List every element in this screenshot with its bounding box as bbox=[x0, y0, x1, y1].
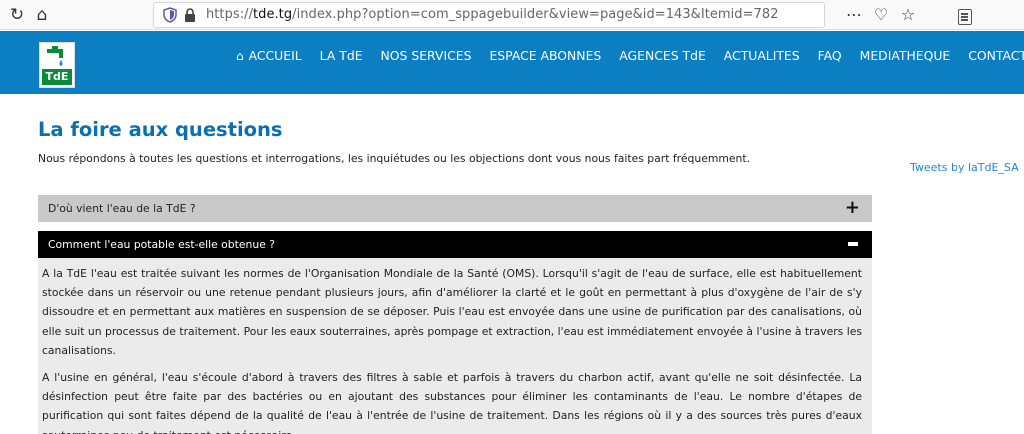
main-navigation: ⌂ ACCUEIL LA TdE NOS SERVICES ESPACE ABON… bbox=[236, 46, 1024, 66]
nav-item-nos-services[interactable]: NOS SERVICES bbox=[381, 46, 472, 66]
nav-item-faq[interactable]: FAQ bbox=[818, 46, 842, 66]
pocket-icon[interactable]: ♡ bbox=[870, 4, 892, 26]
faq-answer-paragraph: A l'usine en général, l'eau s'écoule d'a… bbox=[42, 371, 862, 434]
nav-item-espace-abonnes[interactable]: ESPACE ABONNES bbox=[489, 46, 601, 66]
nav-item-agences-tde[interactable]: AGENCES TdE bbox=[619, 46, 706, 66]
url-prefix: https:// bbox=[206, 7, 253, 22]
home-icon[interactable]: ⌂ bbox=[31, 4, 53, 26]
page-subtitle: Nous répondons à toutes les questions et… bbox=[38, 152, 751, 165]
url-host: tde.tg bbox=[253, 7, 293, 22]
logo-text: TdE bbox=[42, 69, 72, 85]
bookmark-star-icon[interactable]: ☆ bbox=[897, 4, 919, 26]
water-tap-icon bbox=[47, 46, 63, 66]
faq-item-collapsed[interactable]: D'où vient l'eau de la TdE ? + bbox=[38, 195, 872, 222]
nav-item-contact[interactable]: CONTACT bbox=[968, 46, 1024, 66]
address-bar[interactable]: https://tde.tg/index.php?option=com_sppa… bbox=[153, 2, 972, 28]
faq-answer-paragraph: A la TdE l'eau est traitée suivant les n… bbox=[42, 267, 862, 357]
tde-logo[interactable]: TdE bbox=[39, 42, 75, 88]
reader-view-icon[interactable] bbox=[958, 9, 972, 25]
nav-item-la-tde[interactable]: LA TdE bbox=[320, 46, 363, 66]
url-text[interactable]: https://tde.tg/index.php?option=com_sppa… bbox=[206, 7, 779, 22]
reload-icon[interactable]: ↻ bbox=[6, 4, 28, 26]
home-icon: ⌂ bbox=[236, 49, 244, 63]
tweets-link[interactable]: Tweets by laTdE_SA bbox=[910, 161, 1019, 174]
faq-question: D'où vient l'eau de la TdE ? bbox=[48, 202, 196, 215]
shield-icon[interactable] bbox=[162, 7, 178, 23]
nav-label: ACCUEIL bbox=[248, 48, 302, 63]
nav-item-mediatheque[interactable]: MEDIATHEQUE bbox=[860, 46, 951, 66]
minus-icon[interactable] bbox=[848, 242, 858, 246]
nav-item-accueil[interactable]: ⌂ ACCUEIL bbox=[236, 46, 302, 66]
nav-item-actualites[interactable]: ACTUALITES bbox=[724, 46, 800, 66]
browser-toolbar: ↻ ⌂ https://tde.tg/index.php?option=com_… bbox=[0, 0, 1024, 30]
faq-item-expanded[interactable]: Comment l'eau potable est-elle obtenue ? bbox=[38, 231, 872, 258]
plus-icon[interactable]: + bbox=[845, 198, 860, 218]
faq-question: Comment l'eau potable est-elle obtenue ? bbox=[48, 238, 276, 251]
lock-icon[interactable] bbox=[184, 8, 196, 22]
page-actions-menu-icon[interactable]: ⋯ bbox=[842, 4, 866, 26]
faq-answer: A la TdE l'eau est traitée suivant les n… bbox=[38, 258, 872, 434]
page-title: La foire aux questions bbox=[38, 118, 283, 141]
url-path: /index.php?option=com_sppagebuilder&view… bbox=[292, 7, 779, 22]
